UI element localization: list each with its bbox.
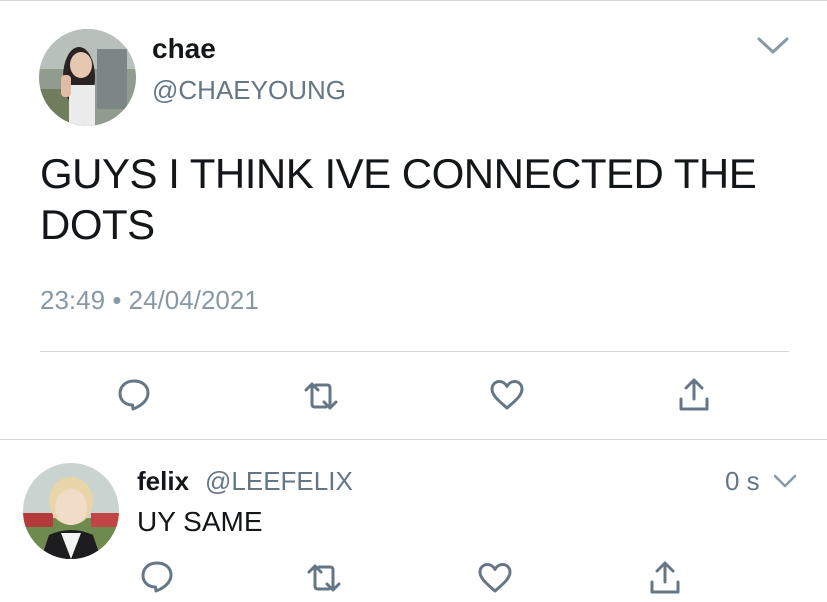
timestamp-separator: •: [112, 285, 122, 315]
divider: [0, 439, 827, 440]
chevron-down-icon[interactable]: [772, 473, 798, 490]
tweet-text: GUYS I THINK IVE CONNECTED THE DOTS: [40, 150, 757, 248]
like-icon[interactable]: [489, 378, 525, 412]
divider: [40, 351, 789, 352]
retweet-icon[interactable]: [305, 562, 343, 594]
share-icon[interactable]: [678, 377, 710, 413]
reply-icon[interactable]: [140, 560, 174, 594]
chevron-down-icon[interactable]: [756, 35, 790, 57]
share-icon[interactable]: [649, 560, 681, 596]
avatar[interactable]: [39, 29, 136, 126]
reply-icon[interactable]: [117, 378, 151, 412]
tweet-time: 23:49: [40, 285, 106, 315]
tweet-timestamp: 23:49 • 24/04/2021: [40, 285, 259, 316]
display-name[interactable]: chae: [152, 33, 216, 65]
reply-user-handle[interactable]: @LEEFELIX: [205, 466, 353, 497]
reply-time-ago: 0 s: [725, 466, 760, 496]
retweet-icon[interactable]: [302, 380, 340, 412]
tweet-date: 24/04/2021: [128, 285, 259, 315]
top-divider: [0, 0, 827, 1]
like-icon[interactable]: [477, 561, 513, 595]
avatar[interactable]: [23, 463, 119, 559]
reply-display-name[interactable]: felix: [137, 466, 189, 497]
reply-text: UY SAME: [137, 506, 263, 537]
user-handle[interactable]: @CHAEYOUNG: [152, 75, 346, 106]
